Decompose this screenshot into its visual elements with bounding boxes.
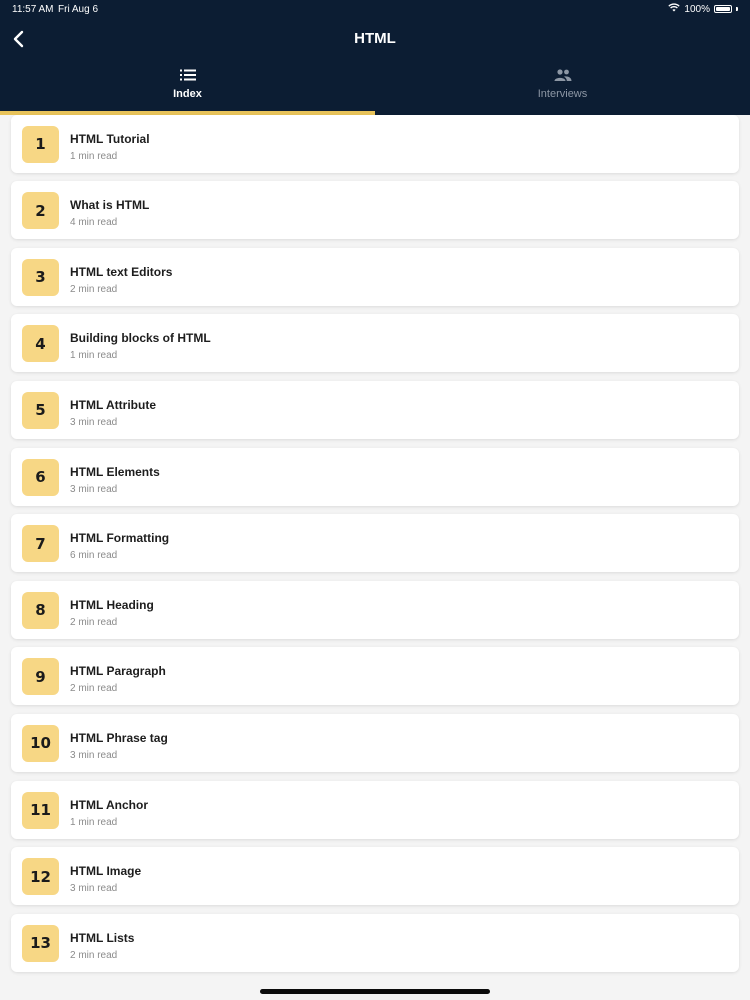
- lesson-number-badge: 12: [22, 858, 59, 896]
- read-time: 3 min read: [70, 749, 118, 761]
- battery-icon: [714, 5, 732, 13]
- status-bar: 11:57 AM Fri Aug 6 100%: [0, 0, 750, 18]
- read-time: 3 min read: [70, 483, 118, 495]
- lesson-number-badge: 4: [22, 325, 59, 363]
- tab-index[interactable]: Index: [0, 62, 375, 115]
- read-time: 2 min read: [70, 616, 118, 628]
- lesson-number-badge: 11: [22, 791, 59, 829]
- lesson-title: HTML Anchor: [70, 797, 148, 812]
- list-item[interactable]: 9 HTML Paragraph 2 min read: [11, 647, 739, 706]
- lesson-number-badge: 8: [22, 591, 59, 629]
- read-time: 1 min read: [70, 150, 118, 162]
- list-item[interactable]: 5 HTML Attribute 3 min read: [11, 380, 739, 439]
- tab-index-label: Index: [173, 88, 202, 100]
- lesson-number-badge: 1: [22, 125, 59, 163]
- read-time: 4 min read: [70, 217, 118, 229]
- list-item[interactable]: 1 HTML Tutorial 1 min read: [11, 114, 739, 173]
- page-title: HTML: [354, 30, 396, 47]
- lesson-title: HTML Paragraph: [70, 664, 166, 679]
- list-item[interactable]: 7 HTML Formatting 6 min read: [11, 514, 739, 573]
- lesson-title: HTML Lists: [70, 930, 135, 945]
- people-icon: [554, 69, 571, 81]
- read-time: 2 min read: [70, 283, 118, 295]
- read-time: 3 min read: [70, 883, 118, 895]
- status-date: Fri Aug 6: [58, 4, 99, 15]
- read-time: 6 min read: [70, 550, 118, 562]
- lesson-number-badge: 3: [22, 258, 59, 296]
- wifi-icon: [668, 3, 681, 15]
- lesson-number-badge: 6: [22, 458, 59, 496]
- list-item[interactable]: 12 HTML Image 3 min read: [11, 847, 739, 906]
- read-time: 3 min read: [70, 416, 118, 428]
- lesson-number-badge: 5: [22, 391, 59, 429]
- app-header: 11:57 AM Fri Aug 6 100% HTML Index Inter…: [0, 0, 750, 115]
- lesson-number-badge: 13: [22, 924, 59, 962]
- list-item[interactable]: 3 HTML text Editors 2 min read: [11, 247, 739, 306]
- lesson-title: HTML Tutorial: [70, 131, 150, 146]
- read-time: 1 min read: [70, 350, 118, 362]
- lesson-title: What is HTML: [70, 198, 150, 213]
- lesson-number-badge: 7: [22, 525, 59, 563]
- lesson-title: HTML Formatting: [70, 531, 170, 546]
- tab-interviews[interactable]: Interviews: [375, 62, 750, 115]
- lesson-number-badge: 2: [22, 192, 59, 230]
- home-indicator: [260, 989, 490, 994]
- list-item[interactable]: 6 HTML Elements 3 min read: [11, 447, 739, 506]
- tab-interviews-label: Interviews: [537, 88, 588, 100]
- lesson-number-badge: 9: [22, 658, 59, 696]
- list-item[interactable]: 11 HTML Anchor 1 min read: [11, 780, 739, 839]
- lesson-title: HTML Elements: [70, 464, 160, 479]
- list-item[interactable]: 10 HTML Phrase tag 3 min read: [11, 713, 739, 772]
- list-item[interactable]: 8 HTML Heading 2 min read: [11, 580, 739, 639]
- list-item[interactable]: 4 Building blocks of HTML 1 min read: [11, 314, 739, 373]
- status-time: 11:57 AM: [12, 4, 54, 15]
- list-icon: [179, 69, 196, 81]
- list-item[interactable]: 13 HTML Lists 2 min read: [11, 913, 739, 972]
- battery-tip-icon: [736, 7, 738, 11]
- lesson-title: HTML Image: [70, 864, 142, 879]
- tab-bar: Index Interviews: [0, 62, 750, 115]
- lesson-title: Building blocks of HTML: [70, 331, 211, 346]
- list-item[interactable]: 2 What is HTML 4 min read: [11, 181, 739, 240]
- lesson-title: HTML text Editors: [70, 264, 173, 279]
- status-indicators: 100%: [668, 3, 738, 15]
- lesson-title: HTML Attribute: [70, 397, 156, 412]
- lesson-number-badge: 10: [22, 724, 59, 762]
- battery-percent: 100%: [684, 3, 710, 15]
- lesson-title: HTML Phrase tag: [70, 730, 168, 745]
- lesson-title: HTML Heading: [70, 597, 154, 612]
- read-time: 1 min read: [70, 816, 118, 828]
- read-time: 2 min read: [70, 949, 118, 961]
- read-time: 2 min read: [70, 683, 118, 695]
